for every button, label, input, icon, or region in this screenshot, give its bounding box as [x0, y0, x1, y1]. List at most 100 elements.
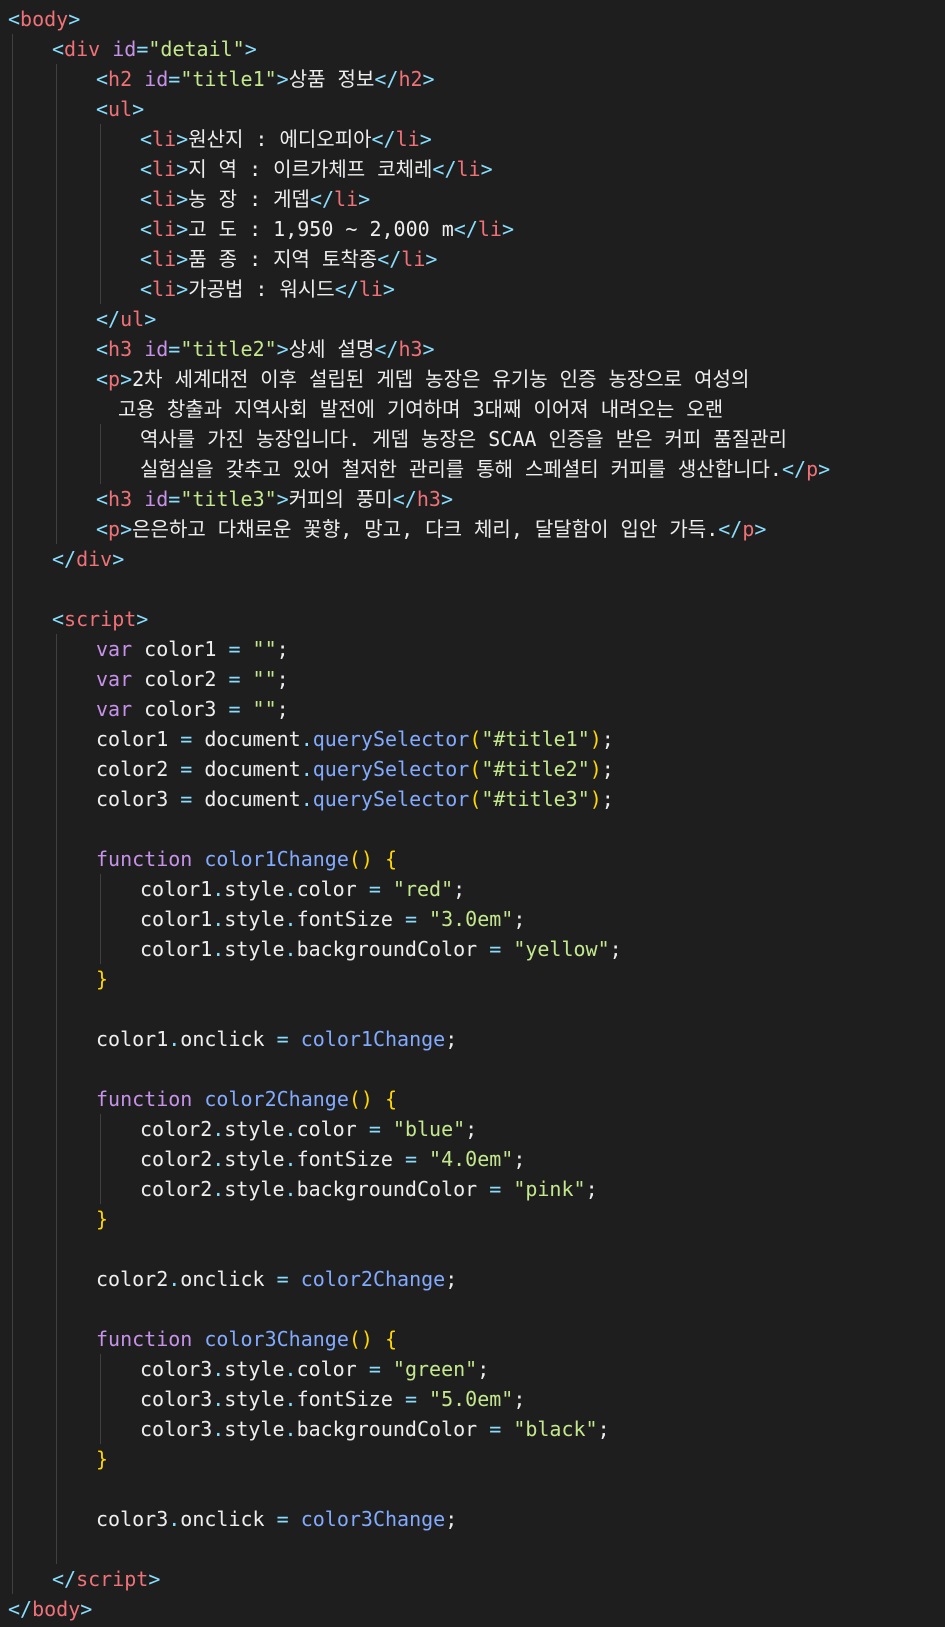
code-line[interactable]: <p>2차 세계대전 이후 설립된 게뎁 농장은 유기농 인증 농장으로 여성의: [0, 364, 945, 394]
code-line[interactable]: color2 = document.querySelector("#title2…: [0, 754, 945, 784]
indent-guide: [12, 754, 13, 784]
code-token-fn: color1Change: [204, 847, 349, 871]
code-line[interactable]: <div id="detail">: [0, 34, 945, 64]
indent-guide: [56, 454, 57, 484]
code-line[interactable]: color1.style.fontSize = "3.0em";: [0, 904, 945, 934]
code-line[interactable]: color3.style.color = "green";: [0, 1354, 945, 1384]
code-line[interactable]: color1.style.color = "red";: [0, 874, 945, 904]
indent-guide: [12, 784, 13, 814]
indent-guide: [12, 1234, 13, 1264]
code-line[interactable]: function color3Change() {: [0, 1324, 945, 1354]
code-line[interactable]: <p>은은하고 다채로운 꽃향, 망고, 다크 체리, 달달함이 입안 가득.<…: [0, 514, 945, 544]
code-token-tag: h3: [416, 487, 441, 511]
code-line[interactable]: [0, 1294, 945, 1324]
indent-guide: [12, 514, 13, 544]
code-token-str: "detail": [148, 37, 245, 61]
code-token-txt: style: [224, 1117, 285, 1141]
code-line[interactable]: [0, 1474, 945, 1504]
code-line[interactable]: [0, 814, 945, 844]
code-token-punc: =: [368, 877, 381, 901]
code-token-txt: onclick: [180, 1027, 277, 1051]
indent-guide: [12, 814, 13, 844]
code-line[interactable]: <li>농 장 : 게뎁</li>: [0, 184, 945, 214]
code-token-txt: 지 역 : 이르가체프 코체레: [188, 157, 433, 181]
code-line[interactable]: <h3 id="title3">커피의 풍미</h3>: [0, 484, 945, 514]
code-line[interactable]: color3.style.fontSize = "5.0em";: [0, 1384, 945, 1414]
code-line[interactable]: }: [0, 1444, 945, 1474]
code-token-fn: querySelector: [312, 787, 470, 811]
code-line[interactable]: <h3 id="title2">상세 설명</h3>: [0, 334, 945, 364]
indent-guide: [56, 1174, 57, 1204]
code-line[interactable]: [0, 1534, 945, 1564]
indent-guide: [12, 34, 13, 64]
code-token-punc: .: [300, 757, 313, 781]
code-token-punc: <: [140, 187, 153, 211]
code-line[interactable]: <li>고 도 : 1,950 ~ 2,000 m</li>: [0, 214, 945, 244]
code-line[interactable]: color3.onclick = color3Change;: [0, 1504, 945, 1534]
indent-guide: [100, 1144, 101, 1174]
code-line[interactable]: }: [0, 1204, 945, 1234]
code-token-txt: ;: [513, 907, 526, 931]
code-token-punc: </: [334, 277, 359, 301]
code-token-txt: ;: [276, 667, 289, 691]
code-token-brace: {: [385, 847, 398, 871]
code-token-brace: (): [348, 847, 373, 871]
code-token-punc: =: [168, 337, 181, 361]
code-line[interactable]: color2.style.color = "blue";: [0, 1114, 945, 1144]
code-line[interactable]: 역사를 가진 농장입니다. 게뎁 농장은 SCAA 인증을 받은 커피 품질관리: [0, 424, 945, 454]
code-token-txt: color1: [140, 907, 213, 931]
code-token-tag: script: [64, 607, 137, 631]
code-line[interactable]: </body>: [0, 1594, 945, 1624]
code-line[interactable]: var color2 = "";: [0, 664, 945, 694]
code-line[interactable]: function color1Change() {: [0, 844, 945, 874]
code-token-brace: {: [385, 1087, 398, 1111]
code-line[interactable]: color2.onclick = color2Change;: [0, 1264, 945, 1294]
indent-guide: [56, 1204, 57, 1234]
code-token-txt: color2: [132, 667, 229, 691]
code-line[interactable]: <body>: [0, 4, 945, 34]
code-line[interactable]: [0, 994, 945, 1024]
code-line[interactable]: <h2 id="title1">상품 정보</h2>: [0, 64, 945, 94]
code-line[interactable]: <li>가공법 : 워시드</li>: [0, 274, 945, 304]
code-line[interactable]: <script>: [0, 604, 945, 634]
code-line[interactable]: </div>: [0, 544, 945, 574]
code-line[interactable]: <li>원산지 : 에디오피아</li>: [0, 124, 945, 154]
code-line[interactable]: color2.style.backgroundColor = "pink";: [0, 1174, 945, 1204]
code-line[interactable]: var color3 = "";: [0, 694, 945, 724]
code-line[interactable]: 고용 창출과 지역사회 발전에 기여하며 3대째 이어져 내려오는 오랜: [0, 394, 945, 424]
code-line[interactable]: color3.style.backgroundColor = "black";: [0, 1414, 945, 1444]
code-line[interactable]: color1.onclick = color1Change;: [0, 1024, 945, 1054]
code-line[interactable]: [0, 574, 945, 604]
code-line[interactable]: var color1 = "";: [0, 634, 945, 664]
code-line[interactable]: }: [0, 964, 945, 994]
code-line[interactable]: [0, 1054, 945, 1084]
code-token-txt: 실험실을 갖추고 있어 철저한 관리를 통해 스페셜티 커피를 생산합니다.: [140, 457, 782, 481]
indent-guide: [12, 574, 13, 604]
code-token-fn: color1Change: [300, 1027, 446, 1051]
code-line[interactable]: <li>품 종 : 지역 토착종</li>: [0, 244, 945, 274]
code-line[interactable]: [0, 1234, 945, 1264]
code-line[interactable]: color3 = document.querySelector("#title3…: [0, 784, 945, 814]
code-token-punc: >: [382, 277, 395, 301]
code-token-punc: =: [228, 637, 241, 661]
code-token-punc: <: [96, 97, 109, 121]
code-token-txt: document: [192, 727, 301, 751]
indent-guide: [12, 874, 13, 904]
code-line[interactable]: 실험실을 갖추고 있어 철저한 관리를 통해 스페셜티 커피를 생산합니다.</…: [0, 454, 945, 484]
code-line[interactable]: </script>: [0, 1564, 945, 1594]
code-token-str: "#title3": [481, 787, 590, 811]
code-token-punc: .: [284, 877, 297, 901]
code-editor[interactable]: <body> <div id="detail"> <h2 id="title1">상…: [0, 0, 945, 1627]
code-token-txt: ;: [513, 1147, 526, 1171]
code-line[interactable]: color2.style.fontSize = "4.0em";: [0, 1144, 945, 1174]
code-line[interactable]: <ul>: [0, 94, 945, 124]
indent-guide: [12, 454, 13, 484]
code-line[interactable]: color1 = document.querySelector("#title1…: [0, 724, 945, 754]
code-line[interactable]: function color2Change() {: [0, 1084, 945, 1114]
code-line[interactable]: color1.style.backgroundColor = "yellow";: [0, 934, 945, 964]
code-line[interactable]: <li>지 역 : 이르가체프 코체레</li>: [0, 154, 945, 184]
code-line[interactable]: </ul>: [0, 304, 945, 334]
